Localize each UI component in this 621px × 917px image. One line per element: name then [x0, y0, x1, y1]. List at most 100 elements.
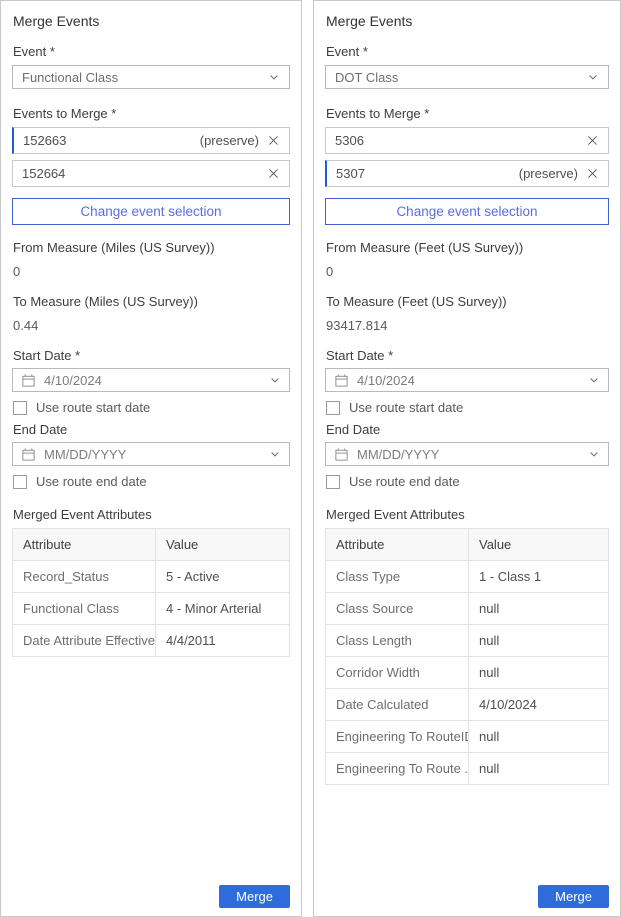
merged-attributes-table: Attribute Value Class Type1 - Class 1Cla…: [325, 528, 609, 785]
table-row: Class Type1 - Class 1: [326, 561, 609, 593]
chevron-down-icon: [587, 71, 599, 83]
to-measure-value: 0.44: [13, 318, 290, 333]
use-route-end-date-checkbox[interactable]: [326, 475, 340, 489]
start-date-value: 4/10/2024: [44, 373, 102, 388]
event-select[interactable]: DOT Class: [325, 65, 609, 89]
use-route-start-date-checkbox[interactable]: [326, 401, 340, 415]
event-input-right: (preserve): [519, 166, 599, 181]
use-route-start-date-row: Use route start date: [326, 400, 609, 415]
events-to-merge-list: 152663 (preserve) 152664: [12, 127, 290, 193]
from-measure-value: 0: [326, 264, 609, 279]
remove-event-icon[interactable]: [586, 134, 599, 147]
table-row: Corridor Widthnull: [326, 657, 609, 689]
value-cell: 4/10/2024: [469, 689, 609, 721]
attribute-cell: Record_Status: [13, 561, 156, 593]
to-measure-label: To Measure (Feet (US Survey)): [326, 294, 609, 309]
attribute-cell: Engineering To RouteID: [326, 721, 469, 753]
from-measure-label: From Measure (Miles (US Survey)): [13, 240, 290, 255]
calendar-icon: [334, 447, 349, 462]
chevron-down-icon: [588, 374, 600, 386]
event-select[interactable]: Functional Class: [12, 65, 290, 89]
change-event-selection-button[interactable]: Change event selection: [325, 198, 609, 225]
use-route-end-date-label: Use route end date: [36, 474, 147, 489]
table-row: Engineering To RouteIDnull: [326, 721, 609, 753]
event-to-merge-input[interactable]: 5306: [325, 127, 609, 154]
attribute-cell: Date Attribute Effective: [13, 625, 156, 657]
events-to-merge-label: Events to Merge *: [326, 106, 609, 121]
merge-events-panel: Merge Events Event * DOT Class Events to…: [313, 0, 621, 917]
merge-button[interactable]: Merge: [538, 885, 609, 908]
table-header-row: Attribute Value: [13, 529, 290, 561]
event-input-right: (preserve): [200, 133, 280, 148]
remove-event-icon[interactable]: [267, 167, 280, 180]
table-row: Date Calculated4/10/2024: [326, 689, 609, 721]
value-cell: null: [469, 593, 609, 625]
end-date-value: MM/DD/YYYY: [357, 447, 439, 462]
end-date-value: MM/DD/YYYY: [44, 447, 126, 462]
value-cell: 1 - Class 1: [469, 561, 609, 593]
attribute-cell: Date Calculated: [326, 689, 469, 721]
value-cell: null: [469, 721, 609, 753]
merge-events-app: Merge Events Event * Functional Class Ev…: [0, 0, 621, 917]
event-input-right: [267, 167, 280, 180]
preserve-badge: (preserve): [519, 166, 578, 181]
attribute-column-header: Attribute: [326, 529, 469, 561]
value-column-header: Value: [469, 529, 609, 561]
change-event-selection-button[interactable]: Change event selection: [12, 198, 290, 225]
table-row: Class Lengthnull: [326, 625, 609, 657]
end-date-field[interactable]: MM/DD/YYYY: [12, 442, 290, 466]
remove-event-icon[interactable]: [586, 167, 599, 180]
panel-footer: Merge: [325, 885, 609, 908]
event-id: 152664: [22, 166, 65, 181]
event-label: Event *: [326, 44, 609, 59]
table-row: Class Sourcenull: [326, 593, 609, 625]
panel-footer: Merge: [12, 885, 290, 908]
value-cell: 4/4/2011: [156, 625, 290, 657]
chevron-down-icon: [269, 374, 281, 386]
calendar-icon: [21, 447, 36, 462]
merged-attributes-table: Attribute Value Record_Status5 - ActiveF…: [12, 528, 290, 657]
event-id: 5307: [336, 166, 365, 181]
use-route-start-date-checkbox[interactable]: [13, 401, 27, 415]
end-date-label: End Date: [326, 422, 609, 437]
merge-events-panel: Merge Events Event * Functional Class Ev…: [0, 0, 302, 917]
merge-button[interactable]: Merge: [219, 885, 290, 908]
attribute-cell: Engineering To Route ...: [326, 753, 469, 785]
start-date-field[interactable]: 4/10/2024: [325, 368, 609, 392]
attribute-cell: Class Length: [326, 625, 469, 657]
chevron-down-icon: [268, 71, 280, 83]
start-date-field[interactable]: 4/10/2024: [12, 368, 290, 392]
event-input-right: [586, 134, 599, 147]
use-route-end-date-checkbox[interactable]: [13, 475, 27, 489]
use-route-start-date-row: Use route start date: [13, 400, 290, 415]
value-column-header: Value: [156, 529, 290, 561]
event-to-merge-input[interactable]: 152664: [12, 160, 290, 187]
event-select-value: DOT Class: [335, 70, 398, 85]
event-id: 152663: [23, 133, 66, 148]
value-cell: null: [469, 657, 609, 689]
value-cell: 5 - Active: [156, 561, 290, 593]
attribute-column-header: Attribute: [13, 529, 156, 561]
calendar-icon: [21, 373, 36, 388]
attribute-cell: Functional Class: [13, 593, 156, 625]
use-route-end-date-row: Use route end date: [13, 474, 290, 489]
end-date-label: End Date: [13, 422, 290, 437]
table-header-row: Attribute Value: [326, 529, 609, 561]
use-route-start-date-label: Use route start date: [36, 400, 150, 415]
merged-event-attributes-label: Merged Event Attributes: [13, 507, 290, 522]
attribute-cell: Class Source: [326, 593, 469, 625]
event-to-merge-input[interactable]: 152663 (preserve): [12, 127, 290, 154]
start-date-label: Start Date *: [13, 348, 290, 363]
from-measure-value: 0: [13, 264, 290, 279]
value-cell: null: [469, 753, 609, 785]
table-row: Functional Class4 - Minor Arterial: [13, 593, 290, 625]
table-row: Record_Status5 - Active: [13, 561, 290, 593]
remove-event-icon[interactable]: [267, 134, 280, 147]
event-to-merge-input[interactable]: 5307 (preserve): [325, 160, 609, 187]
to-measure-label: To Measure (Miles (US Survey)): [13, 294, 290, 309]
end-date-field[interactable]: MM/DD/YYYY: [325, 442, 609, 466]
chevron-down-icon: [269, 448, 281, 460]
table-row: Date Attribute Effective4/4/2011: [13, 625, 290, 657]
attribute-cell: Corridor Width: [326, 657, 469, 689]
events-to-merge-list: 5306 5307 (preserve): [325, 127, 609, 193]
